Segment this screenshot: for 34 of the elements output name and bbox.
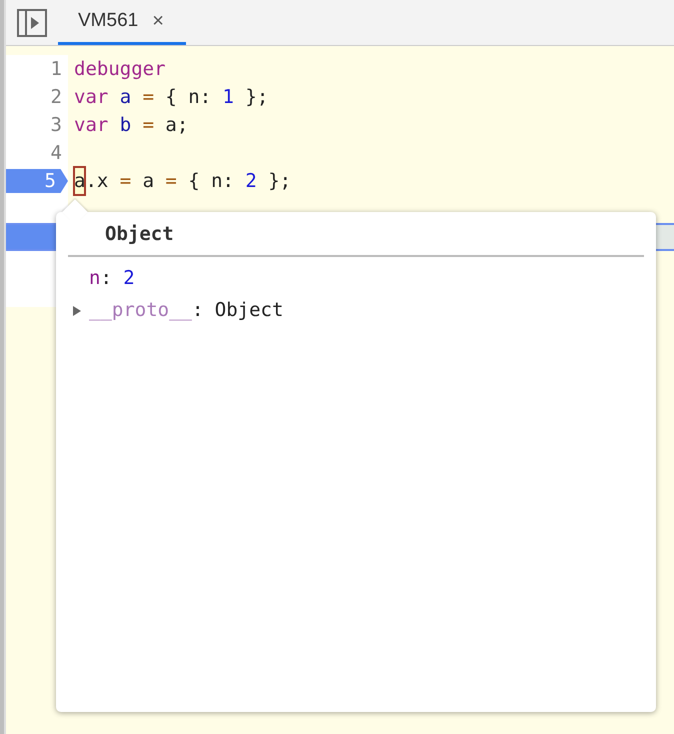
- property-value: Object: [214, 298, 284, 324]
- line-number: 2: [50, 85, 63, 109]
- colon: :: [100, 266, 112, 292]
- code-token: {: [165, 84, 177, 110]
- property-value: 2: [123, 266, 135, 292]
- code-token: =: [120, 168, 132, 194]
- code-token: =: [165, 168, 177, 194]
- code-token: {: [188, 168, 200, 194]
- line-number: 4: [50, 141, 63, 165]
- code-token: };: [245, 84, 268, 110]
- code-token: b: [120, 112, 132, 138]
- code-token: var: [74, 112, 108, 138]
- popover-title: Object: [68, 220, 644, 256]
- code-token: debugger: [74, 56, 166, 82]
- code-token: 2: [245, 168, 257, 194]
- property-name: __proto__: [89, 298, 192, 324]
- property-name: n: [89, 266, 100, 292]
- code-token: a;: [165, 112, 188, 138]
- expand-triangle-icon[interactable]: [72, 305, 82, 318]
- code-token: =: [142, 84, 154, 110]
- code-token: };: [268, 168, 292, 194]
- line-number: 1: [50, 57, 63, 81]
- code-token: a: [142, 168, 154, 194]
- code-token: .x: [85, 168, 108, 194]
- code-token: a: [120, 84, 132, 110]
- code-token: 1: [222, 84, 234, 110]
- line-number: 3: [50, 113, 63, 137]
- code-token: var: [74, 84, 108, 110]
- code-token: n:: [211, 168, 234, 194]
- hovered-token: a: [74, 166, 86, 196]
- code-token: n:: [188, 84, 212, 110]
- code-token: =: [142, 112, 154, 138]
- colon: :: [192, 298, 204, 324]
- close-icon[interactable]: ×: [152, 6, 164, 36]
